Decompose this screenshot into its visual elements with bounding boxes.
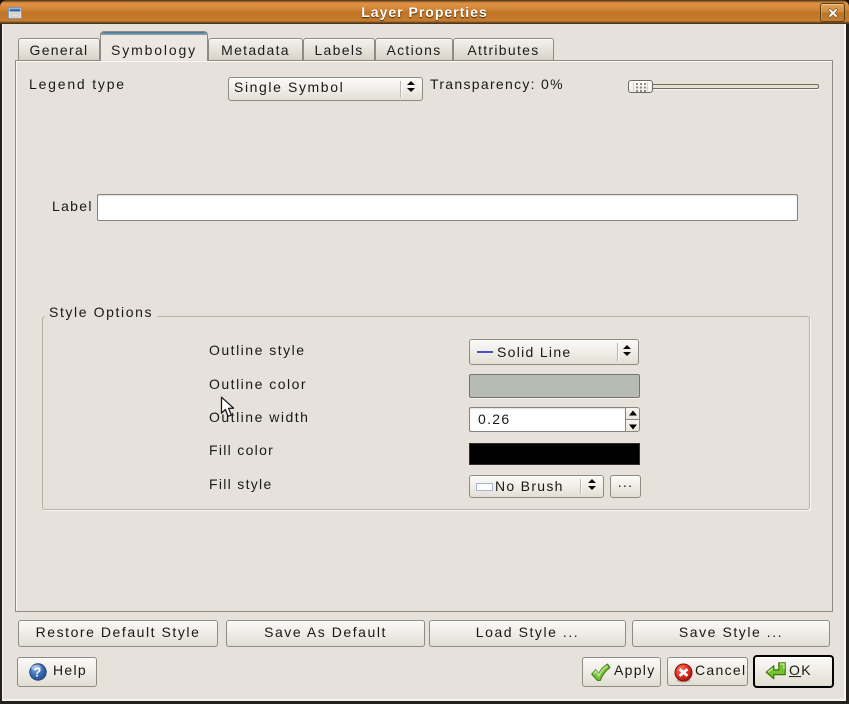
svg-text:?: ? [33, 665, 42, 680]
